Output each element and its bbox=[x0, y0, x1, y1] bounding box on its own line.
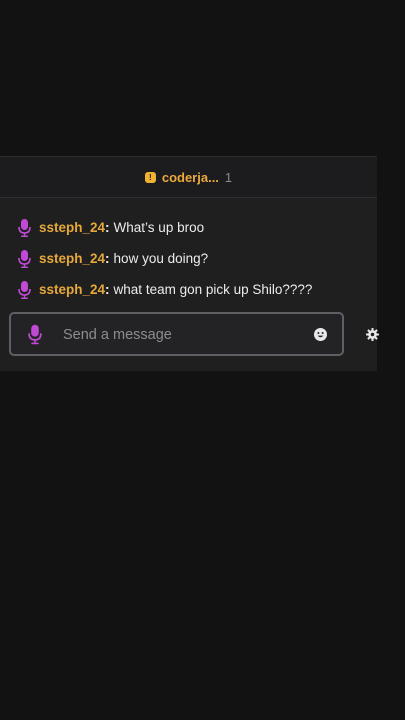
message-text: What’s up broo bbox=[113, 220, 205, 235]
chat-message: ssteph_24 : What’s up broo bbox=[18, 212, 368, 243]
pinned-count: 1 bbox=[224, 169, 233, 185]
microphone-icon bbox=[18, 280, 31, 299]
pinned-username[interactable]: coderja... bbox=[162, 170, 219, 185]
chat-panel: ! coderja... 1 ssteph_24 : What’s up bro… bbox=[0, 156, 379, 371]
message-text: how you doing? bbox=[113, 251, 209, 266]
microphone-icon bbox=[18, 249, 31, 268]
message-separator: : bbox=[105, 220, 110, 235]
message-username[interactable]: ssteph_24 bbox=[39, 220, 105, 235]
scrolled-message-remnant bbox=[34, 195, 124, 201]
message-username[interactable]: ssteph_24 bbox=[39, 282, 105, 297]
chat-message: ssteph_24 : how you doing? bbox=[18, 243, 368, 274]
message-separator: : bbox=[105, 282, 110, 297]
screen: ! coderja... 1 ssteph_24 : What’s up bro… bbox=[0, 0, 405, 720]
message-text: what team gon pick up Shilo???? bbox=[113, 282, 313, 297]
pin-badge-icon: ! bbox=[144, 171, 156, 183]
gear-icon[interactable] bbox=[366, 327, 379, 342]
chat-header[interactable]: ! coderja... 1 bbox=[0, 157, 377, 198]
microphone-icon[interactable] bbox=[28, 324, 42, 345]
message-list: ssteph_24 : What’s up broo ssteph_24 : h… bbox=[18, 212, 368, 305]
chat-input-box[interactable] bbox=[9, 312, 344, 356]
microphone-icon bbox=[18, 218, 31, 237]
message-username[interactable]: ssteph_24 bbox=[39, 251, 105, 266]
message-separator: : bbox=[105, 251, 110, 266]
send-message-input[interactable] bbox=[61, 320, 305, 350]
smiley-icon[interactable] bbox=[314, 328, 327, 341]
chat-message: ssteph_24 : what team gon pick up Shilo?… bbox=[18, 274, 368, 305]
